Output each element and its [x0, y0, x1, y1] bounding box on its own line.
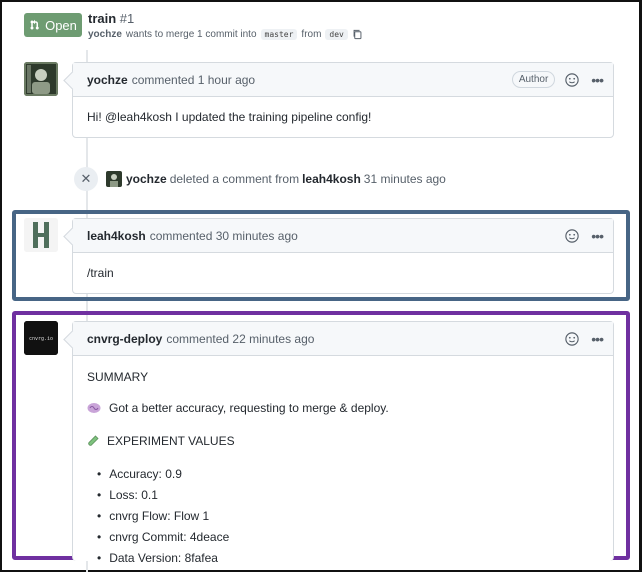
avatar[interactable] — [24, 62, 58, 96]
experiment-values-list: Accuracy: 0.9 Loss: 0.1 cnvrg Flow: Flow… — [87, 467, 599, 565]
comment-header: yochze commented 1 hour ago Author ••• — [73, 63, 613, 97]
smiley-icon[interactable] — [565, 331, 579, 346]
comment-body: /train — [87, 266, 114, 280]
comment-card: cnvrg-deploy commented 22 minutes ago ••… — [72, 321, 614, 565]
pr-subtitle: yochze wants to merge 1 commit into mast… — [88, 29, 363, 40]
comment-timestamp[interactable]: commented 30 minutes ago — [150, 229, 298, 243]
list-item: Data Version: 8fafea — [97, 551, 599, 565]
smiley-icon[interactable] — [565, 72, 579, 87]
avatar[interactable] — [24, 218, 58, 252]
comment-card: leah4kosh commented 30 minutes ago ••• /… — [72, 218, 614, 294]
summary-heading: SUMMARY — [87, 370, 149, 384]
event-actor[interactable]: yochze — [126, 172, 167, 186]
close-icon: ✕ — [74, 167, 98, 191]
experiment-heading: EXPERIMENT VALUES — [87, 434, 599, 448]
list-item: cnvrg Flow: Flow 1 — [97, 509, 599, 523]
timeline-event: ✕ yochze deleted a comment from leah4kos… — [74, 167, 446, 191]
comment-author[interactable]: leah4kosh — [87, 229, 146, 243]
pr-title-text: train — [88, 11, 117, 26]
yochze-avatar-image — [24, 62, 58, 96]
list-item: Accuracy: 0.9 — [97, 467, 599, 481]
accuracy-line: Got a better accuracy, requesting to mer… — [87, 401, 599, 415]
cnvrg-avatar-image: cnvrg.io — [24, 321, 58, 355]
comment-body: SUMMARY Got a better accuracy, requestin… — [73, 356, 613, 572]
comment-author[interactable]: yochze — [87, 73, 128, 87]
pr-status-label: Open — [45, 17, 77, 33]
pr-merge-text: wants to merge 1 commit into — [125, 29, 257, 40]
copy-icon[interactable] — [352, 29, 363, 40]
comment-card: yochze commented 1 hour ago Author ••• H… — [72, 62, 614, 138]
event-target[interactable]: leah4kosh — [302, 172, 361, 186]
event-text: deleted a comment from — [169, 172, 300, 186]
test-tube-icon — [88, 435, 99, 446]
comment-header: leah4kosh commented 30 minutes ago ••• — [73, 219, 613, 253]
leah4kosh-avatar-image — [24, 218, 58, 252]
brain-icon — [87, 403, 101, 413]
comment-body: Hi! @leah4kosh I updated the training pi… — [87, 110, 372, 124]
pr-from-text: from — [301, 29, 322, 40]
comment-timestamp[interactable]: commented 1 hour ago — [132, 73, 255, 87]
event-time[interactable]: 31 minutes ago — [364, 172, 446, 186]
comment-author[interactable]: cnvrg-deploy — [87, 332, 162, 346]
pr-title: train #1 — [88, 11, 134, 26]
more-icon[interactable]: ••• — [591, 332, 604, 346]
comment-header: cnvrg-deploy commented 22 minutes ago ••… — [73, 322, 613, 356]
comment-timestamp[interactable]: commented 22 minutes ago — [166, 332, 314, 346]
yochze-mini-avatar — [106, 171, 122, 187]
pull-request-icon — [30, 19, 39, 30]
more-icon[interactable]: ••• — [591, 229, 604, 243]
list-item: Loss: 0.1 — [97, 488, 599, 502]
author-badge: Author — [511, 71, 556, 88]
pr-number: #1 — [119, 11, 135, 26]
cnvrg-avatar-text: cnvrg.io — [29, 336, 53, 342]
avatar[interactable] — [106, 171, 122, 187]
list-item: cnvrg Commit: 4deace — [97, 530, 599, 544]
accuracy-text: Got a better accuracy, requesting to mer… — [109, 401, 389, 415]
head-branch[interactable]: dev — [325, 29, 348, 40]
pr-author-link[interactable]: yochze — [88, 29, 122, 40]
avatar[interactable]: cnvrg.io — [24, 321, 58, 355]
more-icon[interactable]: ••• — [591, 73, 604, 87]
experiment-heading-text: EXPERIMENT VALUES — [107, 434, 235, 448]
pr-status-badge: Open — [24, 13, 82, 37]
base-branch[interactable]: master — [260, 29, 298, 40]
smiley-icon[interactable] — [565, 228, 579, 243]
